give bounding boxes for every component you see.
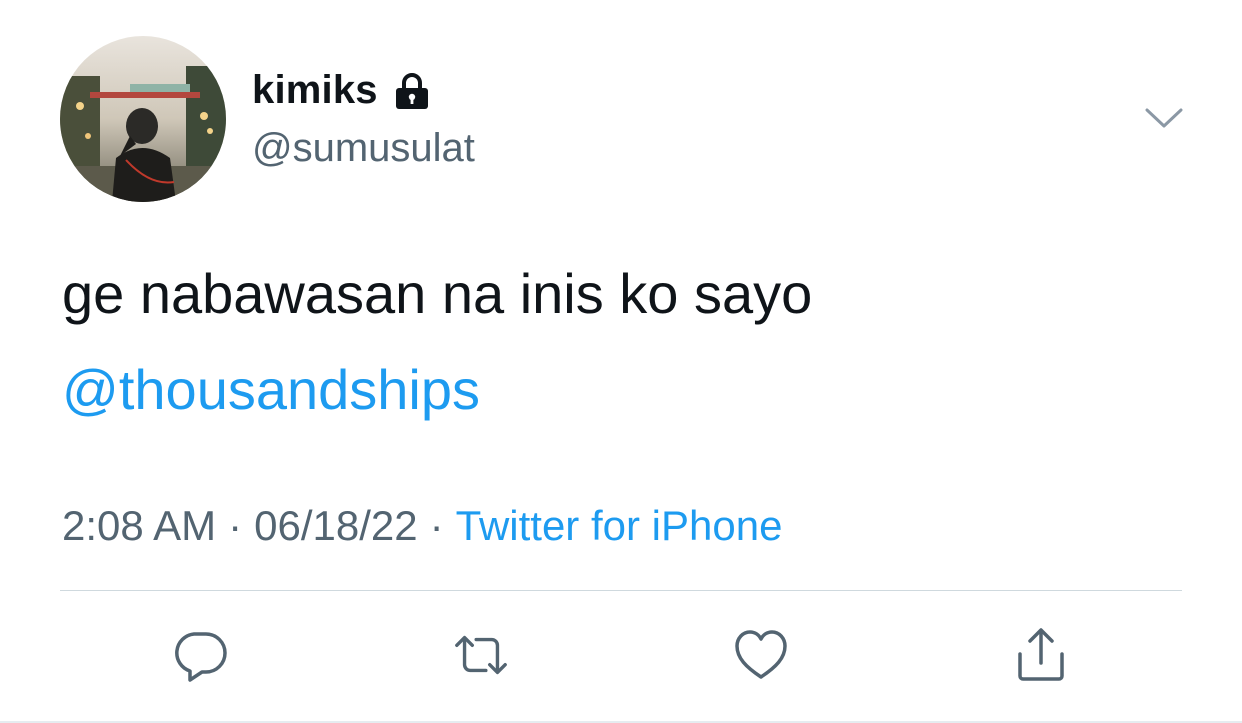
author-handle[interactable]: @sumusulat [252,126,475,171]
tweet-date: 06/18/22 [254,502,418,549]
meta-separator: · [228,502,243,549]
display-name-text: kimiks [252,68,378,112]
divider [60,590,1182,591]
share-button[interactable] [1011,625,1071,685]
tweet-source-link[interactable]: Twitter for iPhone [456,502,783,549]
share-icon [1018,628,1064,681]
reply-icon [175,632,227,682]
reply-button[interactable] [171,625,231,685]
tweet-time: 2:08 AM [62,502,217,549]
retweet-icon [455,635,507,675]
author-display-name[interactable]: kimiks [252,68,432,113]
lock-icon [392,71,432,111]
meta-separator: · [429,502,444,549]
avatar[interactable] [60,36,226,202]
like-button[interactable] [731,625,791,685]
tweet-meta: 2:08 AM · 06/18/22 · Twitter for iPhone [62,500,782,552]
tweet-menu-button[interactable] [1144,104,1184,132]
avatar-photo [60,36,226,202]
chevron-down-icon [1145,108,1183,128]
tweet-text: ge nabawasan na inis ko sayo [62,262,813,325]
retweet-button[interactable] [451,625,511,685]
like-icon [735,630,787,679]
mention-link[interactable]: @thousandships [62,358,480,422]
